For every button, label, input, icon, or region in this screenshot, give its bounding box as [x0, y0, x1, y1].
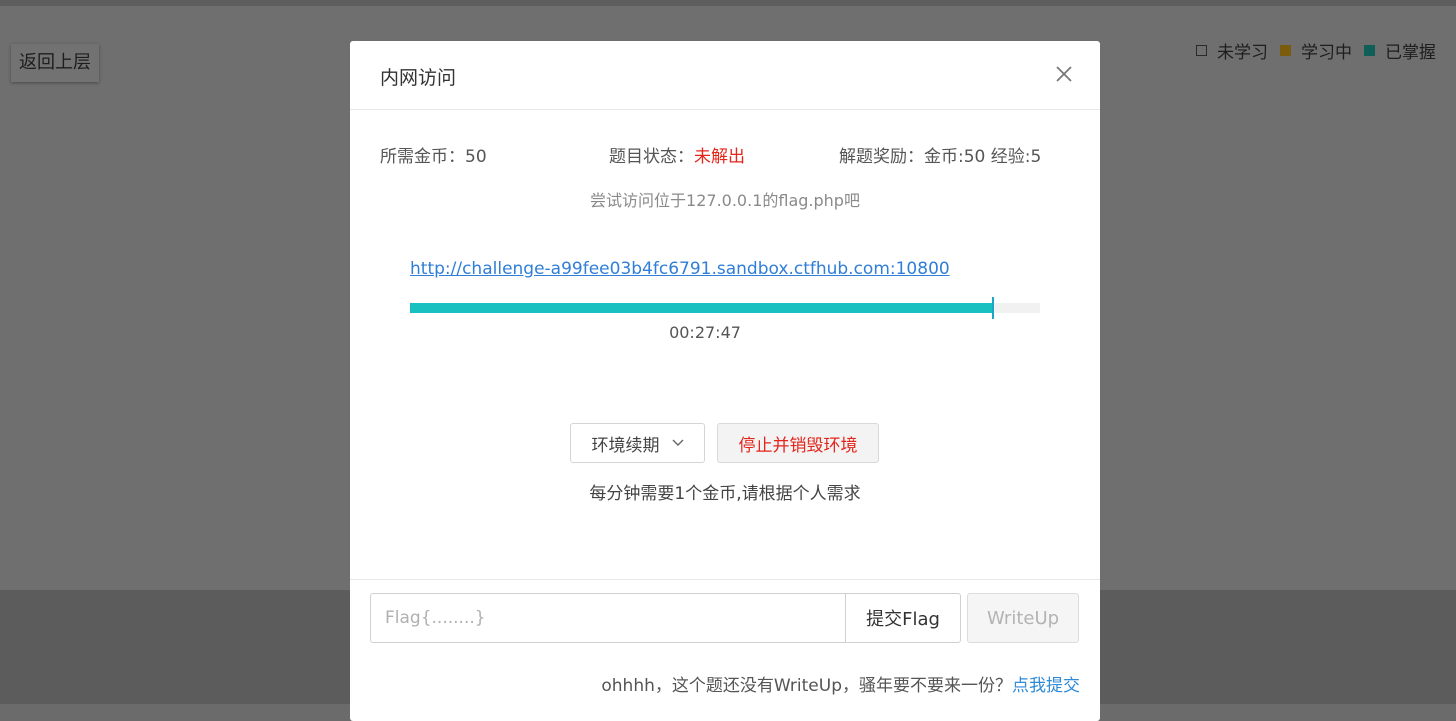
renew-environment-dropdown[interactable]: 环境续期 — [570, 423, 705, 463]
legend-not-learned-icon — [1196, 45, 1207, 56]
flag-input[interactable] — [370, 593, 846, 643]
writeup-note-text: ohhhh，这个题还没有WriteUp，骚年要不要来一份？ — [601, 676, 1012, 696]
renew-environment-label: 环境续期 — [591, 435, 660, 456]
solve-reward: 解题奖励：金币:50 经验:5 — [839, 142, 1041, 167]
legend-mastered-icon — [1364, 45, 1375, 56]
remaining-timer: 00:27:47 — [669, 323, 741, 342]
legend-mastered: 已掌握 — [1364, 38, 1436, 63]
submit-writeup-link[interactable]: 点我提交 — [1012, 676, 1080, 696]
required-coins-value: 50 — [465, 147, 487, 167]
challenge-status-label: 题目状态： — [609, 147, 694, 167]
environment-url-link[interactable]: http://challenge-a99fee03b4fc6791.sandbo… — [410, 259, 950, 279]
writeup-note: ohhhh，这个题还没有WriteUp，骚年要不要来一份？点我提交 — [601, 671, 1080, 696]
legend-not-learned: 未学习 — [1196, 38, 1268, 63]
modal-title: 内网访问 — [380, 67, 457, 89]
legend-learning: 学习中 — [1280, 38, 1352, 63]
challenge-status: 题目状态：未解出 — [609, 142, 745, 167]
legend-learning-icon — [1280, 45, 1291, 56]
footer-divider — [350, 579, 1100, 580]
progress-fill — [410, 303, 994, 313]
environment-time-progress — [410, 297, 1040, 319]
chevron-down-icon — [672, 439, 683, 446]
back-button[interactable]: 返回上层 — [11, 44, 99, 82]
required-coins: 所需金币：50 — [380, 142, 487, 167]
close-icon[interactable] — [1053, 63, 1075, 85]
modal-header: 内网访问 — [350, 41, 1100, 110]
solve-reward-label: 解题奖励： — [839, 147, 924, 167]
status-legend: 未学习 学习中 已掌握 — [1184, 38, 1436, 63]
progress-handle — [992, 297, 995, 319]
legend-learning-label: 学习中 — [1301, 43, 1352, 63]
stop-destroy-environment-button[interactable]: 停止并销毁环境 — [717, 423, 879, 463]
writeup-button: WriteUp — [967, 593, 1079, 643]
challenge-hint: 尝试访问位于127.0.0.1的flag.php吧 — [590, 191, 860, 210]
challenge-modal: 内网访问 所需金币：50 题目状态：未解出 解题奖励：金币:50 经验:5 尝试… — [350, 41, 1100, 721]
solve-reward-value: 金币:50 经验:5 — [924, 147, 1042, 167]
challenge-status-value: 未解出 — [694, 147, 745, 167]
legend-not-learned-label: 未学习 — [1217, 43, 1268, 63]
submit-flag-button[interactable]: 提交Flag — [845, 593, 961, 643]
cost-note: 每分钟需要1个金币,请根据个人需求 — [589, 484, 861, 504]
legend-mastered-label: 已掌握 — [1385, 43, 1436, 63]
required-coins-label: 所需金币： — [380, 147, 465, 167]
